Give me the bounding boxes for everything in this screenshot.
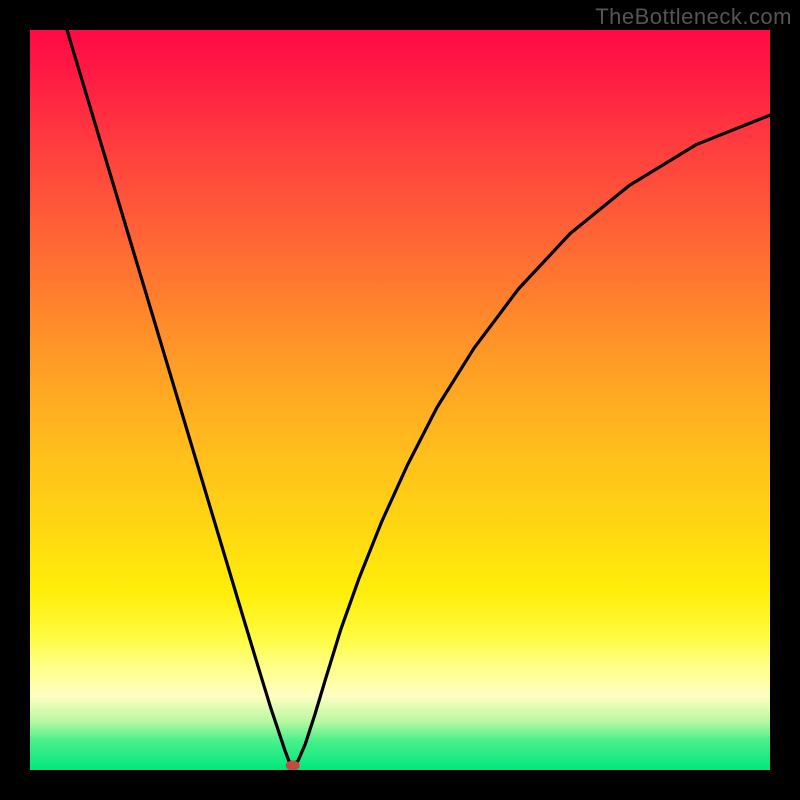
chart-frame: TheBottleneck.com — [0, 0, 800, 800]
bottleneck-curve-svg — [30, 30, 770, 770]
bottleneck-curve — [67, 30, 770, 764]
plot-area — [30, 30, 770, 770]
watermark-text: TheBottleneck.com — [595, 4, 792, 30]
